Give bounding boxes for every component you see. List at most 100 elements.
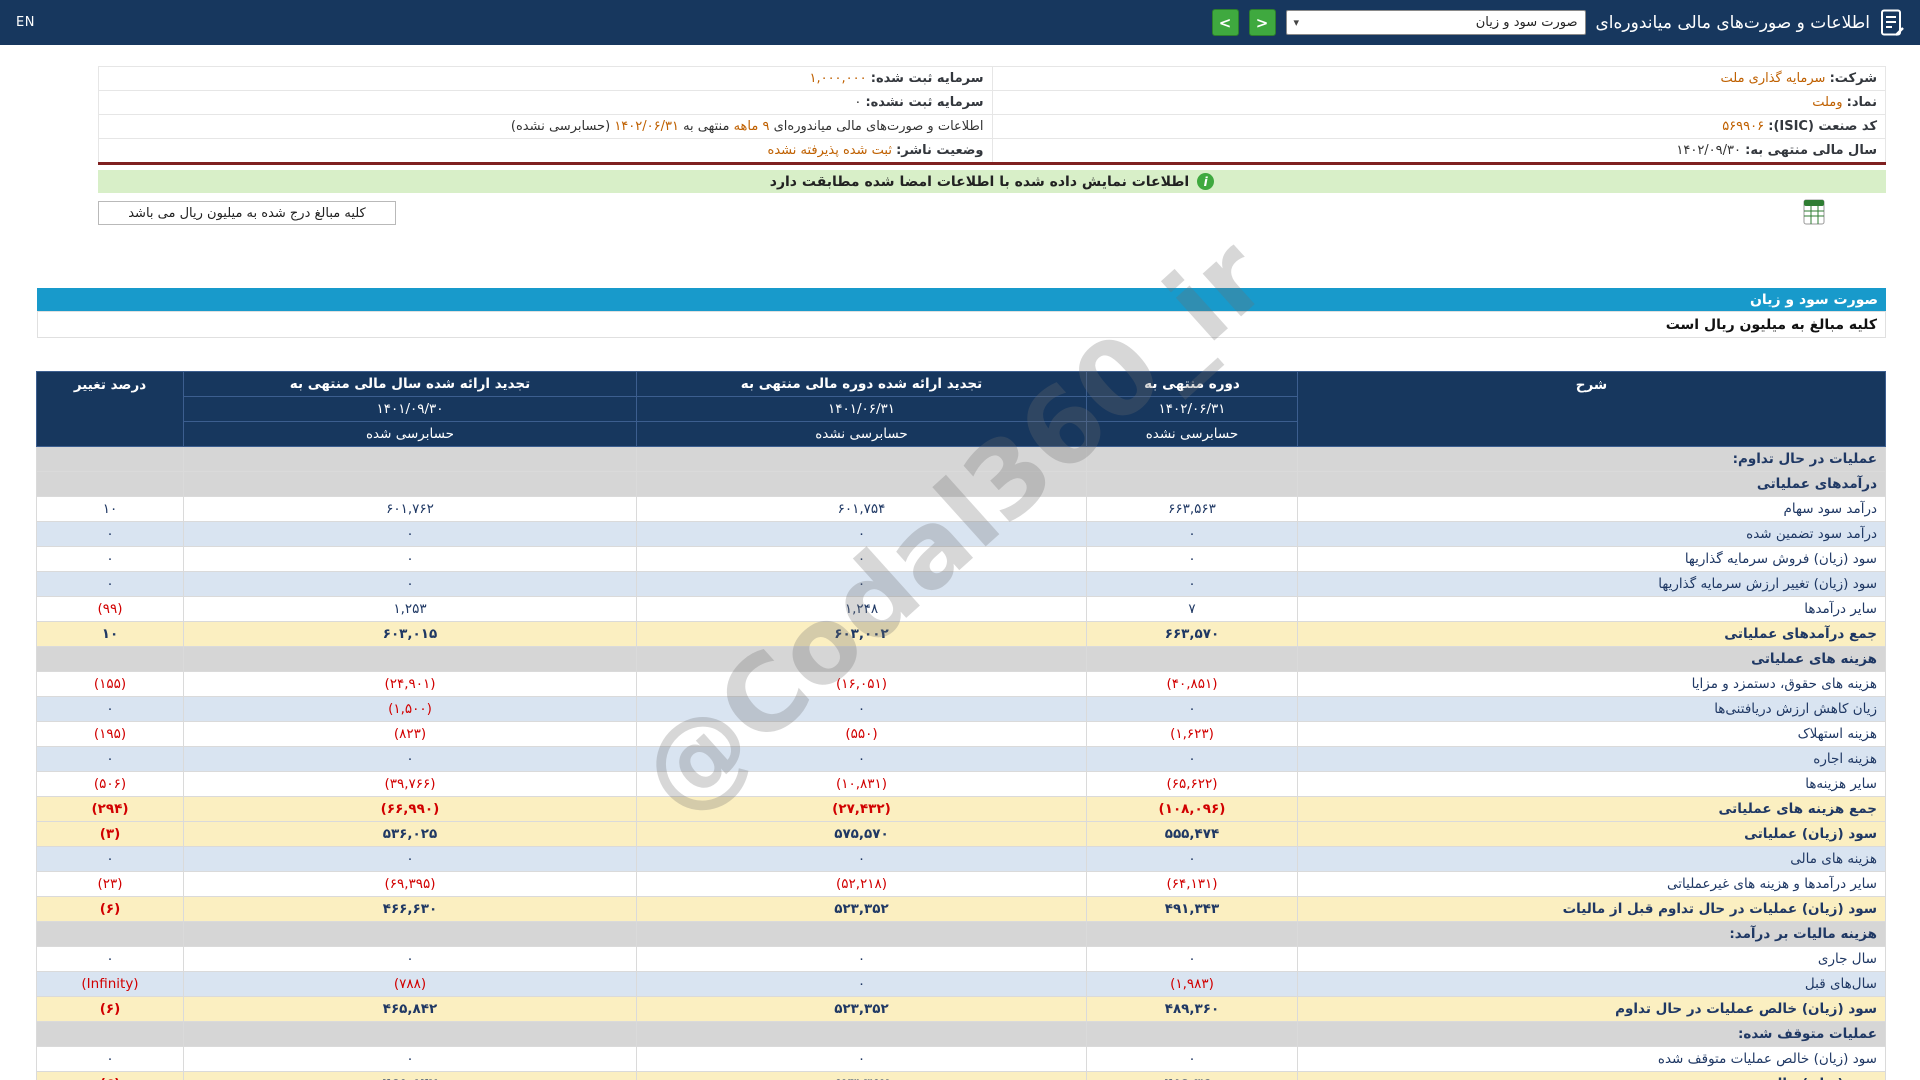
statement-select[interactable]: صورت سود و زیان ▾ <box>1285 10 1586 35</box>
value-cell: ۰ <box>1086 571 1298 597</box>
row-label: هزینه های حقوق، دستمزد و مزایا <box>1297 671 1886 697</box>
profit-loss-table-wrap: شرح دوره منتهی به تجدید ارائه شده دوره م… <box>36 371 1886 1080</box>
value-cell: ۴۶۶,۶۳۰ <box>183 896 637 922</box>
top-navbar: اطلاعات و صورت‌های مالی میاندوره‌ای صورت… <box>0 0 1920 45</box>
row-label: سود (زیان) عملیاتی <box>1297 821 1886 847</box>
value-cell: ۷ <box>1086 596 1298 622</box>
value-cell: ۵۳۶,۰۲۵ <box>183 821 637 847</box>
value-cell <box>183 471 637 497</box>
value-cell: (۶۶,۹۹۰) <box>183 796 637 822</box>
period-info-date: ۱۴۰۲/۰۶/۳۱ <box>614 119 679 134</box>
value-cell: ۰ <box>183 571 637 597</box>
value-cell: ۰ <box>183 746 637 772</box>
row-label: جمع هزینه های عملیاتی <box>1297 796 1886 822</box>
table-row: هزینه اجاره ۰ ۰ ۰ ۰ <box>36 746 1886 772</box>
table-row: سال‌های قبل (۱,۹۸۳) ۰ (۷۸۸) (Infinity) <box>36 971 1886 997</box>
percent-change-cell: (۱۹۵) <box>36 721 184 747</box>
amounts-note-text: کلیه مبالغ درج شده به میلیون ریال می باش… <box>128 205 366 221</box>
row-label: جمع درآمدهای عملیاتی <box>1297 621 1886 647</box>
next-statement-button[interactable]: > <box>1248 9 1276 36</box>
row-label: هزینه مالیات بر درآمد: <box>1297 921 1886 947</box>
percent-change-cell <box>36 471 184 497</box>
value-cell: (۱۶,۰۵۱) <box>636 671 1087 697</box>
row-label: هزینه استهلاک <box>1297 721 1886 747</box>
table-header: شرح دوره منتهی به تجدید ارائه شده دوره م… <box>36 371 1886 447</box>
percent-change-cell: ۰ <box>36 521 184 547</box>
percent-change-cell <box>36 446 184 472</box>
value-cell <box>1086 1021 1298 1047</box>
statement-select-value: صورت سود و زیان <box>1475 15 1578 30</box>
value-cell: ۶۰۳,۰۰۲ <box>636 621 1087 647</box>
value-cell: (۲۴,۹۰۱) <box>183 671 637 697</box>
value-cell: ۰ <box>1086 1046 1298 1072</box>
table-row: جمع هزینه های عملیاتی (۱۰۸,۰۹۶) (۲۷,۴۳۲) (۶… <box>36 796 1886 822</box>
value-cell <box>1086 446 1298 472</box>
percent-change-cell <box>36 921 184 947</box>
table-row: سود (زیان) خالص عملیات متوقف شده ۰ ۰ ۰ ۰ <box>36 1046 1886 1072</box>
percent-change-cell <box>36 646 184 672</box>
value-cell: ۱,۲۴۸ <box>636 596 1087 622</box>
statement-title: صورت سود و زیان <box>1749 291 1878 308</box>
table-row: سود (زیان) خالص عملیات در حال تداوم ۴۸۹,۳… <box>36 996 1886 1022</box>
export-excel-icon[interactable] <box>1803 199 1825 225</box>
value-cell <box>183 446 637 472</box>
percent-change-cell: (Infinity) <box>36 971 184 997</box>
table-row: درآمد سود سهام ۶۶۳,۵۶۳ ۶۰۱,۷۵۴ ۶۰۱,۷۶۲ ۱۰ <box>36 496 1886 522</box>
pl-table-body: عملیات در حال تداوم: درآمدهای عملیاتی درآم… <box>36 446 1886 1080</box>
row-label: هزینه اجاره <box>1297 746 1886 772</box>
value-cell: (۴۰,۸۵۱) <box>1086 671 1298 697</box>
info-row: سال مالی منتهی به: ۱۴۰۲/۰۹/۳۰ وضعیت ناشر… <box>98 138 1886 164</box>
value-cell: ۰ <box>183 846 637 872</box>
value-cell: ۰ <box>1086 521 1298 547</box>
row-label: سال‌های قبل <box>1297 971 1886 997</box>
language-toggle-en[interactable]: EN <box>16 15 35 30</box>
percent-change-cell: (۱۵۵) <box>36 671 184 697</box>
value-cell: (۳۹,۷۶۶) <box>183 771 637 797</box>
row-label: درآمد سود تضمین شده <box>1297 521 1886 547</box>
value-cell: ۰ <box>636 1046 1087 1072</box>
value-cell: (۶۵,۶۲۲) <box>1086 771 1298 797</box>
row-label: عملیات متوقف شده: <box>1297 1021 1886 1047</box>
currency-note-row: کلیه مبالغ به میلیون ریال است <box>37 311 1886 338</box>
value-cell: (۱,۶۲۳) <box>1086 721 1298 747</box>
value-cell: ۰ <box>1086 696 1298 722</box>
profit-loss-table: شرح دوره منتهی به تجدید ارائه شده دوره م… <box>36 371 1886 1080</box>
percent-change-cell: (۲۳) <box>36 871 184 897</box>
value-cell: (۱۰۸,۰۹۶) <box>1086 796 1298 822</box>
registered-capital-value: ۱,۰۰۰,۰۰۰ <box>809 71 867 86</box>
row-label: سایر درآمدها و هزینه های غیرعملیاتی <box>1297 871 1886 897</box>
table-row: سود (زیان) خالص۴۸۹,۳۶۰۵۲۳,۳۵۲۴۶۵,۸۴۲(۶) <box>36 1071 1886 1080</box>
value-cell <box>1086 921 1298 947</box>
fiscal-year-label: سال مالی منتهی به: <box>1745 143 1877 158</box>
value-cell: ۴۸۹,۳۶۰ <box>1086 996 1298 1022</box>
isic-value: ۵۶۹۹۰۶ <box>1722 119 1765 134</box>
signed-message-text: اطلاعات نمایش داده شده با اطلاعات امضا ش… <box>769 173 1190 190</box>
header-restated-period-date: ۱۴۰۱/۰۶/۳۱ <box>636 396 1087 422</box>
page-title: اطلاعات و صورت‌های مالی میاندوره‌ای <box>1595 12 1871 33</box>
value-cell: ۰ <box>636 746 1087 772</box>
symbol-value: وملت <box>1812 95 1843 110</box>
value-cell: (۱,۹۸۳) <box>1086 971 1298 997</box>
row-label: سود (زیان) فروش سرمایه گذاریها <box>1297 546 1886 572</box>
currency-note-text: کلیه مبالغ به میلیون ریال است <box>1665 316 1877 333</box>
value-cell: ۶۰۳,۰۱۵ <box>183 621 637 647</box>
value-cell: ۵۲۳,۳۵۲ <box>636 896 1087 922</box>
percent-change-cell: (۶) <box>36 896 184 922</box>
value-cell: (۲۷,۴۳۲) <box>636 796 1087 822</box>
percent-change-cell <box>36 1021 184 1047</box>
row-label: هزینه های مالی <box>1297 846 1886 872</box>
value-cell: (۱۰,۸۳۱) <box>636 771 1087 797</box>
header-restated-period-audit: حسابرسی نشده <box>636 421 1087 447</box>
table-row: سود (زیان) فروش سرمایه گذاریها ۰ ۰ ۰ ۰ <box>36 546 1886 572</box>
value-cell: ۰ <box>1086 846 1298 872</box>
value-cell: ۶۰۱,۷۶۲ <box>183 496 637 522</box>
chevron-right-icon: > <box>1255 13 1269 32</box>
period-info-suffix: (حسابرسی نشده) <box>510 119 611 134</box>
percent-change-cell: ۰ <box>36 746 184 772</box>
percent-change-cell: ۱۰ <box>36 496 184 522</box>
value-cell: ۰ <box>636 846 1087 872</box>
prev-statement-button[interactable]: < <box>1211 9 1239 36</box>
percent-change-cell: ۰ <box>36 1046 184 1072</box>
info-row: کد صنعت (ISIC): ۵۶۹۹۰۶ اطلاعات و صورت‌ها… <box>98 114 1886 139</box>
value-cell: ۴۶۵,۸۴۲ <box>183 996 637 1022</box>
